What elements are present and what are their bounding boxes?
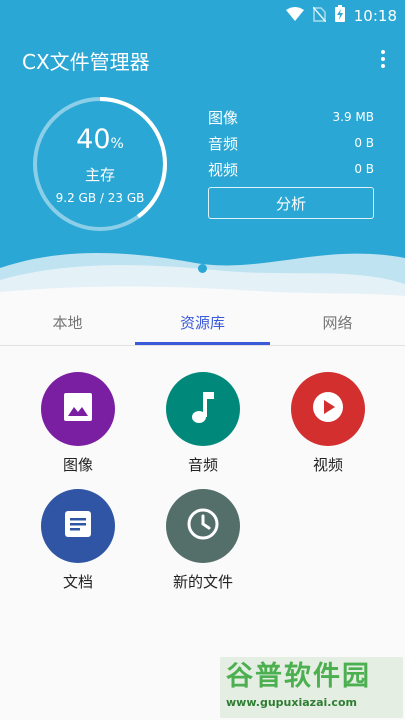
library-icon-circle <box>166 372 240 446</box>
library-item-documents[interactable]: 文档 <box>23 489 133 592</box>
library-item-images[interactable]: 图像 <box>23 372 133 475</box>
stat-label: 视频 <box>208 160 239 179</box>
stat-row-images: 图像 3.9 MB <box>208 104 374 130</box>
stat-row-audio: 音频 0 B <box>208 130 374 156</box>
stat-value: 0 B <box>354 136 374 150</box>
storage-percent: 40% <box>76 123 124 155</box>
app-title: CX文件管理器 <box>22 50 150 74</box>
library-item-new-files[interactable]: 新的文件 <box>148 489 258 592</box>
clock-icon <box>186 507 220 545</box>
status-bar: 10:18 <box>0 0 405 30</box>
library-label: 文档 <box>62 573 93 591</box>
storage-label: 主存 <box>84 165 115 184</box>
library-icon-circle <box>41 372 115 446</box>
wifi-icon <box>285 6 304 25</box>
tab-network[interactable]: 网络 <box>270 300 405 345</box>
library-item-video[interactable]: 视频 <box>273 372 383 475</box>
stat-value: 3.9 MB <box>332 110 374 124</box>
document-icon <box>63 509 93 543</box>
watermark-title: 谷普软件园 <box>226 661 371 692</box>
tab-local[interactable]: 本地 <box>0 300 135 345</box>
watermark-logo: 谷普软件园 www.gupuxiazai.com <box>220 657 403 718</box>
music-note-icon <box>188 390 218 428</box>
battery-charging-icon <box>334 5 345 26</box>
tab-bar: 本地 资源库 网络 <box>0 300 405 346</box>
page-indicator-dot <box>198 264 207 273</box>
watermark-url: www.gupuxiazai.com <box>226 696 357 709</box>
stat-row-video: 视频 0 B <box>208 156 374 182</box>
storage-size: 9.2 GB / 23 GB <box>55 190 145 205</box>
media-stats: 图像 3.9 MB 音频 0 B 视频 0 B <box>208 104 374 182</box>
image-icon <box>62 391 94 427</box>
no-sim-icon <box>312 6 327 26</box>
stat-label: 图像 <box>208 108 239 127</box>
header-panel: 10:18 CX文件管理器 40% 主存 9.2 GB / 23 GB 图像 3… <box>0 0 405 300</box>
tab-library[interactable]: 资源库 <box>135 300 270 345</box>
library-icon-circle <box>166 489 240 563</box>
status-icons: 10:18 <box>285 5 397 26</box>
library-item-audio[interactable]: 音频 <box>148 372 258 475</box>
screen: 10:18 CX文件管理器 40% 主存 9.2 GB / 23 GB 图像 3… <box>0 0 405 720</box>
analyze-button[interactable]: 分析 <box>208 187 374 219</box>
library-label: 图像 <box>62 456 93 474</box>
stat-label: 音频 <box>208 134 239 153</box>
library-icon-circle <box>291 372 365 446</box>
status-time: 10:18 <box>353 6 397 25</box>
play-icon <box>311 390 345 428</box>
tab-indicator <box>135 342 270 345</box>
library-label: 新的文件 <box>172 573 233 591</box>
library-icon-circle <box>41 489 115 563</box>
library-label: 音频 <box>187 456 218 474</box>
library-label: 视频 <box>312 456 343 474</box>
storage-ring[interactable]: 40% 主存 9.2 GB / 23 GB <box>30 94 170 234</box>
more-options-icon[interactable] <box>375 46 391 72</box>
stat-value: 0 B <box>354 162 374 176</box>
